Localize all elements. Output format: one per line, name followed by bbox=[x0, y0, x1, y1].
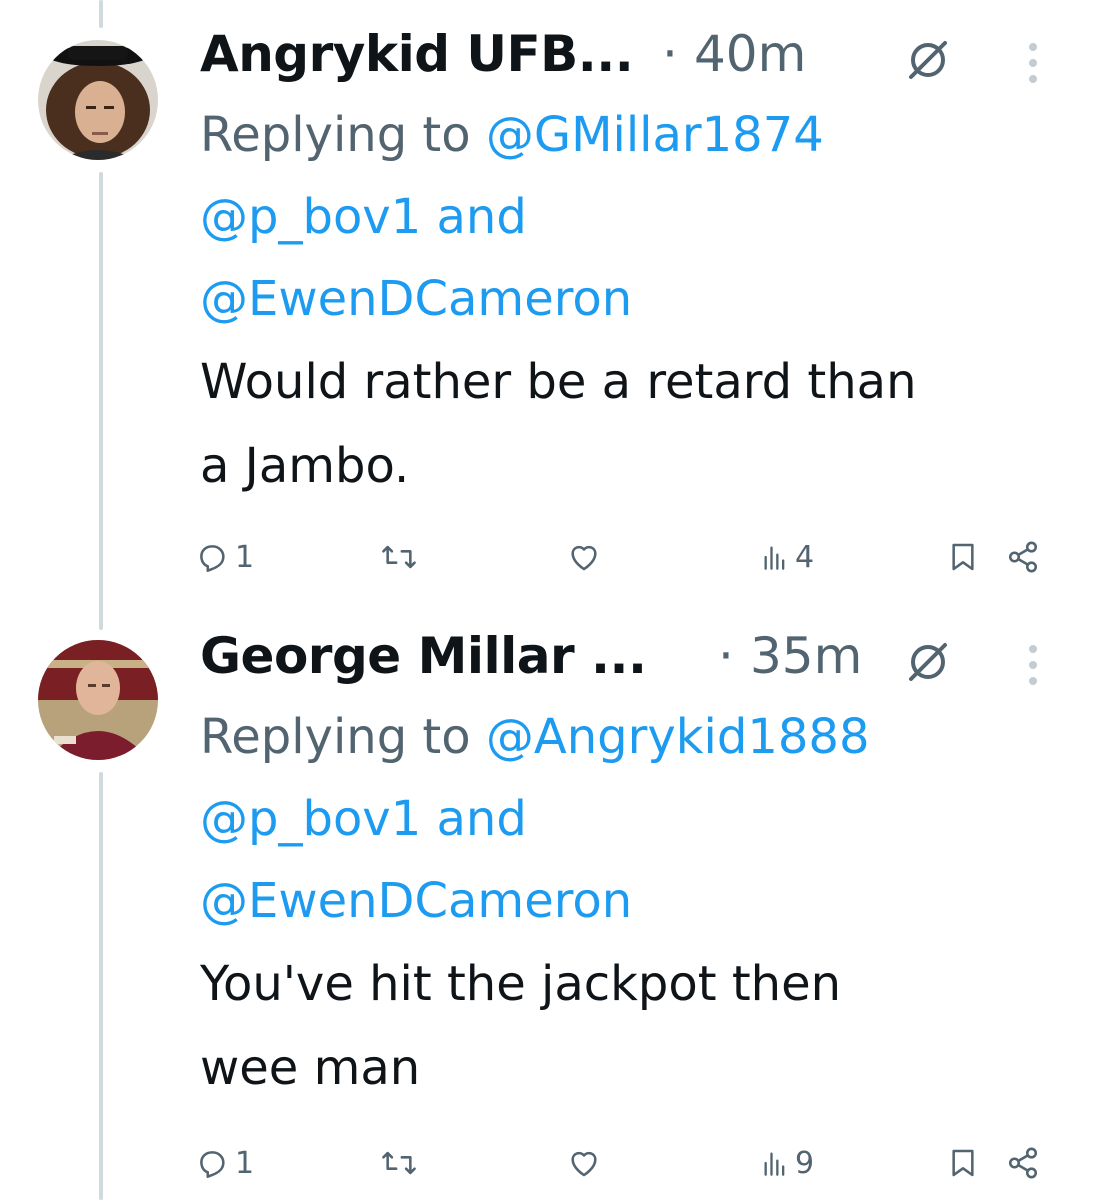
display-name[interactable]: George Millar ... bbox=[200, 624, 647, 688]
mention-link[interactable]: @GMillar1874 bbox=[486, 107, 824, 163]
share-icon bbox=[1008, 1147, 1038, 1179]
views-icon bbox=[764, 1152, 785, 1176]
tweet-header: George Millar ... · 35m bbox=[200, 624, 1080, 688]
more-icon[interactable] bbox=[1023, 638, 1043, 685]
tweet[interactable]: George Millar ... · 35m Replying to @Ang… bbox=[0, 600, 1097, 1200]
tweet-header: Angrykid UFB... · 40m bbox=[200, 22, 1080, 86]
tweet-text: You've hit the jackpot then wee man bbox=[200, 942, 1080, 1110]
mention-conjunction: and bbox=[436, 791, 527, 847]
timestamp[interactable]: 40m bbox=[694, 22, 806, 86]
tweet-actions: 1 4 bbox=[195, 532, 1055, 582]
views-button[interactable]: 9 bbox=[761, 1138, 814, 1188]
retweet-button[interactable] bbox=[380, 532, 418, 582]
view-count: 9 bbox=[795, 1145, 815, 1181]
bookmark-button[interactable] bbox=[947, 532, 979, 582]
reply-button[interactable]: 1 bbox=[195, 1138, 254, 1188]
mention-conjunction: and bbox=[436, 189, 527, 245]
tweet[interactable]: Angrykid UFB... · 40m Replying to @GMill… bbox=[0, 0, 1097, 600]
reply-count: 1 bbox=[235, 539, 255, 575]
view-count: 4 bbox=[795, 539, 815, 575]
avatar[interactable] bbox=[38, 40, 158, 160]
separator-dot: · bbox=[662, 25, 678, 83]
like-button[interactable] bbox=[567, 1138, 601, 1188]
like-icon bbox=[571, 1151, 597, 1177]
tweet-content: George Millar ... · 35m Replying to @Ang… bbox=[200, 624, 1080, 1110]
like-icon bbox=[571, 545, 597, 571]
tweet-content: Angrykid UFB... · 40m Replying to @GMill… bbox=[200, 22, 1080, 508]
reply-button[interactable]: 1 bbox=[195, 532, 254, 582]
views-icon bbox=[764, 546, 785, 570]
tweet-actions: 1 9 bbox=[195, 1138, 1055, 1188]
bookmark-button[interactable] bbox=[947, 1138, 979, 1188]
mention-link[interactable]: @p_bov1 bbox=[200, 791, 421, 847]
replying-to: Replying to @GMillar1874 bbox=[200, 94, 1080, 176]
retweet-icon bbox=[382, 545, 416, 569]
bookmark-icon bbox=[952, 1149, 974, 1177]
reply-count: 1 bbox=[235, 1145, 255, 1181]
retweet-icon bbox=[382, 1151, 416, 1175]
like-button[interactable] bbox=[567, 532, 601, 582]
replying-to-continued: @p_bov1 and bbox=[200, 778, 1080, 860]
separator-dot: · bbox=[718, 627, 734, 685]
share-button[interactable] bbox=[1005, 532, 1041, 582]
replying-to-continued: @p_bov1 and bbox=[200, 176, 1080, 258]
tweet-text-line: Would rather be a retard than bbox=[200, 354, 917, 410]
share-button[interactable] bbox=[1005, 1138, 1041, 1188]
reply-icon bbox=[200, 545, 225, 573]
timestamp[interactable]: 35m bbox=[750, 624, 862, 688]
mention-link[interactable]: @Angrykid1888 bbox=[486, 709, 870, 765]
mention-link[interactable]: @EwenDCameron bbox=[200, 271, 632, 327]
tweet-text-line: a Jambo. bbox=[200, 438, 410, 494]
replying-to-continued: @EwenDCameron bbox=[200, 258, 1080, 340]
more-icon[interactable] bbox=[1023, 36, 1043, 83]
mention-link[interactable]: @p_bov1 bbox=[200, 189, 421, 245]
tweet-text-line: wee man bbox=[200, 1040, 421, 1096]
replying-to-label: Replying to bbox=[200, 709, 471, 765]
grok-icon[interactable] bbox=[905, 34, 951, 80]
avatar[interactable] bbox=[38, 640, 158, 760]
tweet-text-line: You've hit the jackpot then bbox=[200, 956, 842, 1012]
retweet-button[interactable] bbox=[380, 1138, 418, 1188]
views-button[interactable]: 4 bbox=[761, 532, 814, 582]
replying-to-label: Replying to bbox=[200, 107, 471, 163]
display-name[interactable]: Angrykid UFB... bbox=[200, 22, 634, 86]
grok-icon[interactable] bbox=[905, 636, 951, 682]
tweet-text: Would rather be a retard than a Jambo. bbox=[200, 340, 1080, 508]
share-icon bbox=[1008, 541, 1038, 573]
replying-to: Replying to @Angrykid1888 bbox=[200, 696, 1080, 778]
replying-to-continued: @EwenDCameron bbox=[200, 860, 1080, 942]
mention-link[interactable]: @EwenDCameron bbox=[200, 873, 632, 929]
bookmark-icon bbox=[952, 543, 974, 571]
reply-icon bbox=[200, 1151, 225, 1179]
